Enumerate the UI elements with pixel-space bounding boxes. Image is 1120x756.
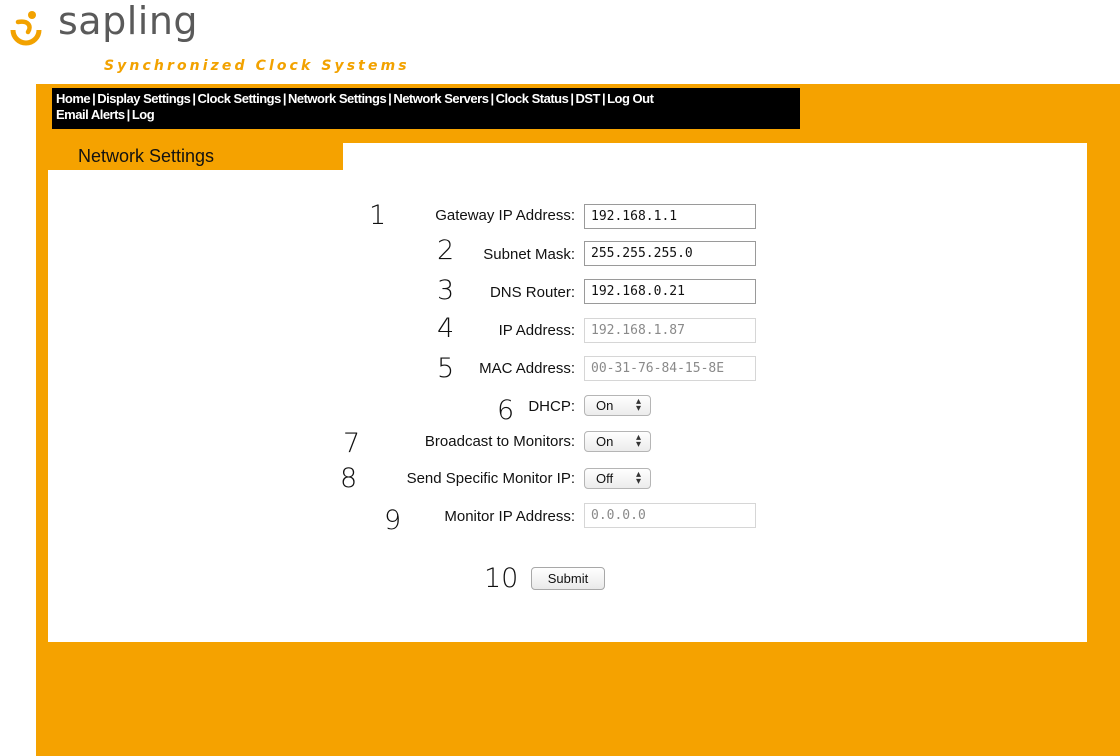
row-number-4: 4 [437,313,455,344]
nav-row-2: Email Alerts | Log [56,107,155,122]
ip-address-input[interactable]: 192.168.1.87 [584,318,756,343]
row-number-3: 3 [437,275,455,306]
select-arrows-icon: ▴ ▾ [635,432,641,450]
row-number-5: 5 [437,353,455,384]
submit-button[interactable]: Submit [531,567,605,590]
row-number-10: 10 [484,563,519,594]
nav-link-log[interactable]: Log [132,107,155,122]
nav-link-network-settings[interactable]: Network Settings [288,91,387,106]
nav-link-home[interactable]: Home [56,91,91,106]
nav-link-log-out[interactable]: Log Out [607,91,654,106]
page-title: Network Settings [78,146,215,166]
nav-separator: | [282,91,287,106]
main-nav: Home | Display Settings | Clock Settings | Net… [52,88,800,129]
select-arrows-icon: ▴ ▾ [635,469,641,487]
nav-link-dst[interactable]: DST [575,91,600,106]
row-number-8: 8 [340,463,358,494]
dhcp-select[interactable]: On ▴ ▾ [584,395,651,416]
brand-name: sapling [58,0,199,43]
row-number-9: 9 [384,505,402,536]
nav-row-1: Home | Display Settings | Clock Settings | Net… [56,91,654,106]
broadcast-monitors-select-value: On [596,434,614,449]
monitor-ip-input[interactable]: 0.0.0.0 [584,503,756,528]
brand-tagline: Synchronized Clock Systems [104,58,410,74]
nav-link-network-servers[interactable]: Network Servers [393,91,489,106]
mac-address-label: MAC Address: [479,360,575,377]
nav-separator: | [192,91,196,106]
dhcp-select-value: On [596,398,614,413]
subnet-mask-input[interactable]: 255.255.255.0 [584,241,756,266]
row-number-2: 2 [437,235,455,266]
panel-header-strip [343,143,1087,171]
row-number-6: 6 [497,395,515,426]
dhcp-label: DHCP: [528,398,575,415]
ip-address-label: IP Address: [498,322,575,339]
gateway-ip-input[interactable]: 192.168.1.1 [584,204,756,229]
nav-separator: | [490,91,494,106]
gateway-ip-label: Gateway IP Address: [435,207,575,224]
nav-link-clock-status[interactable]: Clock Status [496,91,569,106]
dns-router-input[interactable]: 192.168.0.21 [584,279,756,304]
select-arrows-icon: ▴ ▾ [635,396,641,414]
nav-link-clock-settings[interactable]: Clock Settings [198,91,282,106]
subnet-mask-label: Subnet Mask: [483,246,575,263]
specific-monitor-ip-label: Send Specific Monitor IP: [406,470,575,487]
broadcast-monitors-label: Broadcast to Monitors: [424,433,575,450]
mac-address-input[interactable]: 00-31-76-84-15-8E [584,356,756,381]
row-number-7: 7 [343,428,361,459]
nav-separator: | [126,107,131,122]
broadcast-monitors-select[interactable]: On ▴ ▾ [584,431,651,452]
specific-monitor-ip-select[interactable]: Off ▴ ▾ [584,468,651,489]
specific-monitor-ip-select-value: Off [596,471,614,486]
nav-link-email-alerts[interactable]: Email Alerts [56,107,125,122]
dns-router-label: DNS Router: [489,284,575,301]
row-number-1: 1 [369,200,387,231]
monitor-ip-label: Monitor IP Address: [444,508,575,525]
sapling-logo-icon [10,11,42,46]
nav-link-display-settings[interactable]: Display Settings [97,91,191,106]
